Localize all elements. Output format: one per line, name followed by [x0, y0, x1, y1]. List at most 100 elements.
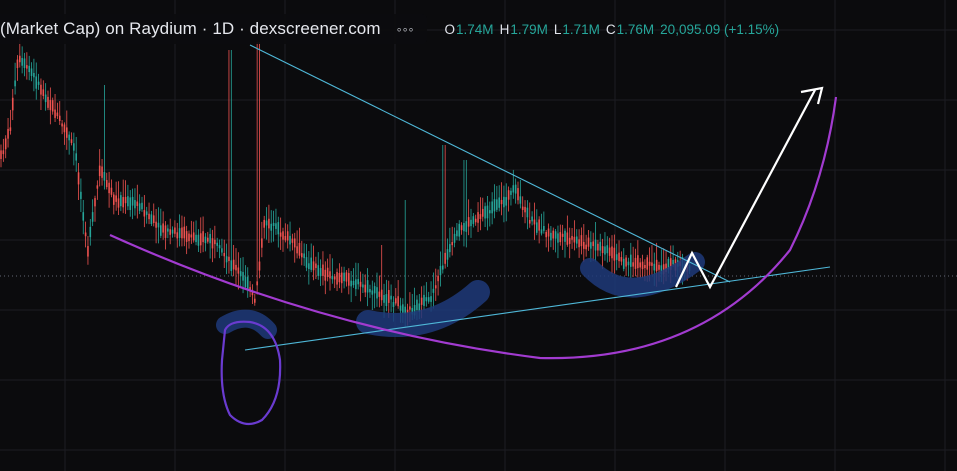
candle-body	[223, 252, 226, 257]
candle-body	[256, 281, 258, 286]
candle-body	[524, 206, 526, 213]
candle-body	[263, 219, 265, 228]
price-chart[interactable]	[0, 0, 957, 471]
candle-body	[625, 257, 627, 267]
symbol-title-pill[interactable]: (Market Cap) on Raydium · 1D · dexscreen…	[0, 14, 427, 44]
candle-body	[512, 185, 515, 193]
candle-body	[672, 259, 674, 265]
candle-body	[547, 228, 550, 237]
candle-body	[590, 242, 592, 249]
candle-body	[571, 236, 573, 240]
candle-body	[176, 232, 179, 239]
candle-body	[30, 68, 33, 76]
candle-body	[568, 237, 571, 244]
candle-body	[632, 262, 634, 267]
candle-body	[465, 221, 468, 232]
change-value: 20,095.09 (+1.15%)	[660, 21, 780, 37]
high-key: H	[499, 21, 510, 37]
candle-body	[615, 254, 618, 260]
candle-body	[261, 238, 263, 248]
candle-body	[9, 127, 12, 131]
candle-body	[606, 245, 609, 254]
candle-body	[218, 245, 221, 249]
candle-body	[47, 96, 49, 108]
candle-body	[145, 211, 148, 215]
chart-area[interactable]	[0, 0, 957, 471]
candle-body	[594, 239, 597, 251]
candle-body	[204, 236, 207, 244]
candle-body	[493, 199, 496, 212]
candle-body	[237, 267, 240, 274]
candle-body	[500, 199, 503, 205]
candle-body	[390, 295, 392, 300]
candle-body	[528, 219, 531, 224]
candle-body	[120, 195, 122, 207]
candle-body	[427, 297, 430, 302]
candle-body	[550, 232, 552, 241]
candle-body	[174, 227, 176, 234]
candle-body	[40, 84, 42, 95]
candle-body	[519, 196, 522, 204]
candle-body	[235, 264, 237, 271]
candle-body	[585, 244, 587, 250]
candle-body	[630, 254, 632, 267]
close-value: 1.76M	[616, 21, 655, 37]
candle-body	[392, 302, 395, 307]
candle-body	[345, 272, 348, 282]
candle-body	[152, 215, 155, 224]
candle-body	[113, 194, 115, 205]
candle-body	[26, 65, 28, 69]
candle-body	[197, 234, 200, 246]
candle-body	[284, 236, 287, 241]
candle-body	[157, 222, 160, 228]
candle-body	[319, 268, 322, 277]
candle-body	[451, 242, 453, 246]
candle-body	[268, 218, 270, 229]
candle-body	[301, 253, 303, 258]
candle-body	[275, 223, 277, 229]
candle-body	[434, 285, 437, 289]
candle-body	[611, 246, 613, 259]
candle-body	[296, 246, 298, 254]
candle-body	[101, 166, 103, 178]
candle-body	[387, 290, 390, 303]
candle-body	[554, 231, 557, 239]
candle-body	[2, 150, 5, 155]
low-key: L	[553, 21, 562, 37]
candle-body	[331, 275, 334, 280]
more-options-button[interactable]: ◦◦◦	[391, 21, 417, 37]
candle-body	[641, 261, 644, 270]
candle-body	[362, 284, 364, 288]
candle-body	[543, 226, 545, 231]
candle-body	[37, 81, 40, 85]
candle-body	[479, 214, 482, 219]
candle-body	[498, 197, 500, 208]
candle-body	[538, 219, 540, 231]
candle-body	[545, 232, 547, 238]
candle-body	[416, 299, 418, 311]
candle-body	[557, 233, 559, 243]
candle-body	[397, 296, 399, 307]
candle-body	[188, 233, 190, 242]
candle-body	[242, 272, 244, 281]
ohlc-legend: O 1.74M H 1.79M L 1.71M C 1.76M 20,095.09 (+…	[445, 22, 780, 37]
candle-body	[373, 286, 376, 294]
candle-body	[244, 276, 247, 288]
candle-body	[181, 227, 183, 239]
candle-body	[453, 233, 456, 243]
candle-body	[446, 249, 449, 260]
candle-body	[169, 229, 171, 235]
candle-body	[265, 220, 268, 226]
candle-body	[148, 213, 150, 220]
candle-body	[230, 260, 233, 272]
candle-body	[282, 231, 284, 240]
candle-body	[228, 256, 230, 262]
candle-body	[456, 230, 458, 237]
symbol-title: (Market Cap) on Raydium · 1D · dexscreen…	[0, 19, 381, 38]
candle-body	[80, 191, 82, 199]
candle-body	[326, 267, 329, 277]
candle-body	[639, 262, 641, 268]
candle-body	[329, 271, 331, 279]
candle-body	[77, 172, 80, 185]
candle-body	[178, 228, 181, 238]
